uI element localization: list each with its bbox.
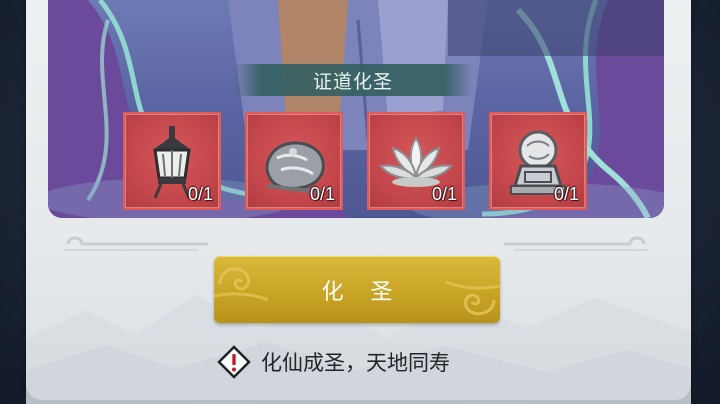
section-banner: 证道化圣 (233, 64, 473, 96)
ascension-screen: 证道化圣 0/1 0/1 0/1 0/1 化 圣 化仙成圣，天地同寿 (0, 0, 720, 404)
item-slot-lantern[interactable]: 0/1 (123, 112, 221, 210)
item-count: 0/1 (309, 184, 335, 204)
item-slot-lotus[interactable]: 0/1 (367, 112, 465, 210)
item-count: 0/1 (553, 184, 579, 204)
cloud-swirl-decoration (214, 267, 500, 316)
item-slot-seal[interactable]: 0/1 (489, 112, 587, 210)
warning-diamond-icon (217, 345, 251, 379)
item-count: 0/1 (431, 184, 457, 204)
hint-text: 化仙成圣，天地同寿 (261, 351, 450, 375)
item-slot-ore[interactable]: 0/1 (245, 112, 343, 210)
hint-line: 化仙成圣，天地同寿 (217, 344, 450, 380)
item-count: 0/1 (187, 184, 213, 204)
ascend-button[interactable]: 化 圣 (214, 256, 500, 323)
banner-title: 证道化圣 (312, 70, 393, 93)
